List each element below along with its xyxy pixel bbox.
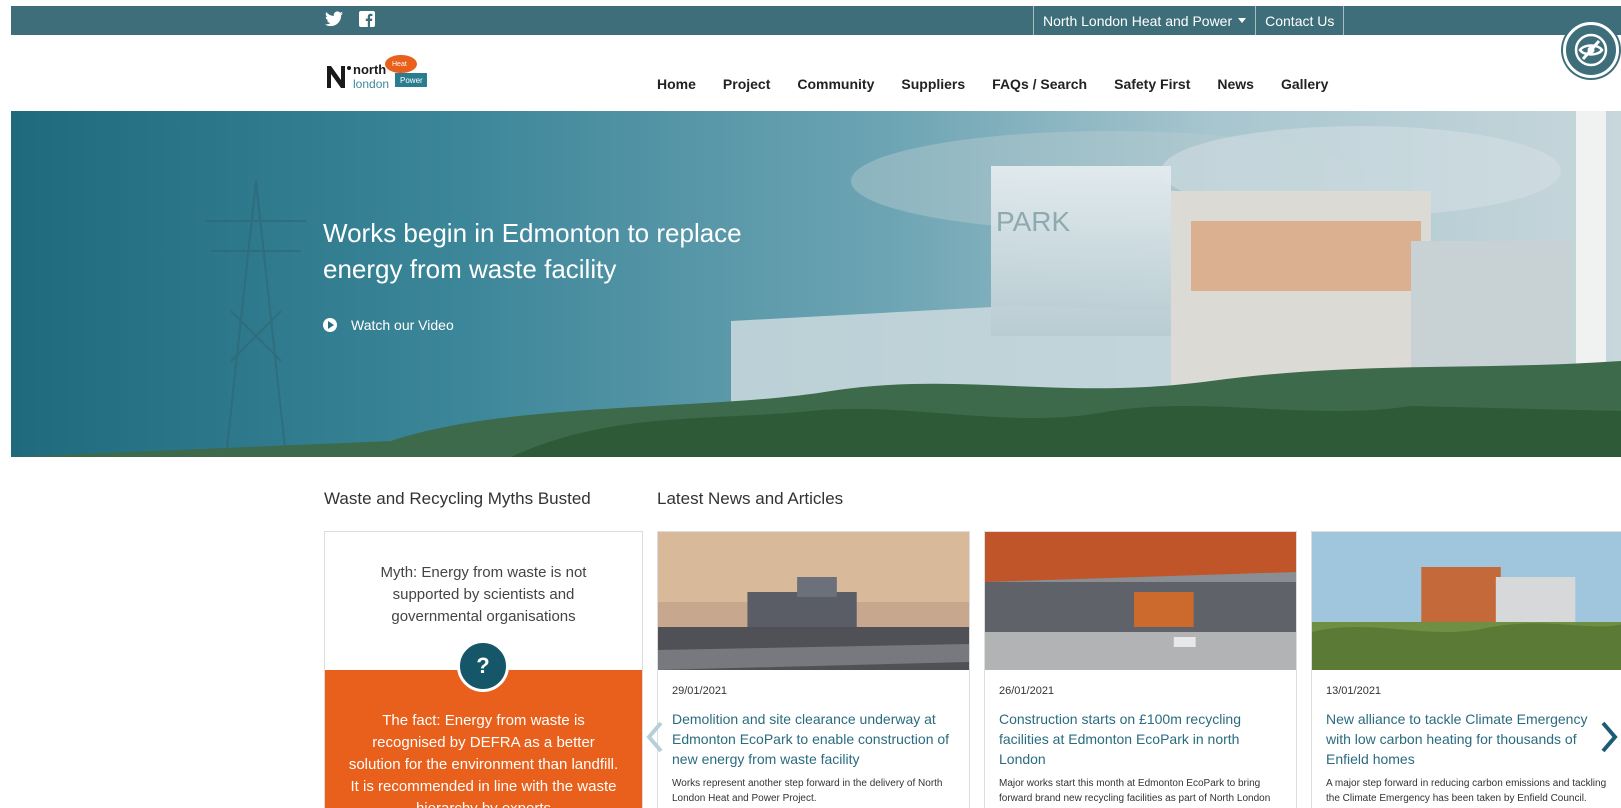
site-menu-dropdown[interactable]: North London Heat and Power xyxy=(1033,6,1255,35)
question-icon: ? xyxy=(457,640,509,692)
news-title[interactable]: Construction starts on £100m recycling f… xyxy=(999,709,1289,769)
news-card[interactable]: 26/01/2021 Construction starts on £100m … xyxy=(984,531,1297,808)
watch-video-label: Watch our Video xyxy=(351,317,454,333)
facebook-icon[interactable] xyxy=(359,11,377,29)
watch-video-link[interactable]: Watch our Video xyxy=(323,317,454,333)
news-image-demolition xyxy=(658,532,969,670)
logo-badge-heat: Heat xyxy=(392,61,407,68)
news-summary: A major step forward in reducing carbon … xyxy=(1326,778,1607,804)
left-margin xyxy=(0,0,11,808)
myths-heading: Waste and Recycling Myths Busted xyxy=(324,489,591,508)
top-links: North London Heat and Power Contact Us xyxy=(1033,6,1345,35)
nav-faqs-search[interactable]: FAQs / Search xyxy=(992,76,1087,92)
news-image-ecopark xyxy=(1312,532,1621,670)
accessibility-button[interactable] xyxy=(1563,22,1619,78)
social-links xyxy=(325,11,377,29)
main-nav: Home Project Community Suppliers FAQs / … xyxy=(657,76,1355,92)
page: North London Heat and Power Contact Us n… xyxy=(0,0,1621,808)
news-heading: Latest News and Articles xyxy=(657,489,844,508)
nav-news[interactable]: News xyxy=(1217,76,1254,92)
top-bar: North London Heat and Power Contact Us xyxy=(11,6,1621,35)
caret-down-icon xyxy=(1238,18,1247,23)
hero-banner: PARK Works begin in Edmonton to replace … xyxy=(11,111,1621,457)
hero-illustration: PARK xyxy=(11,111,1621,457)
nav-community[interactable]: Community xyxy=(797,76,874,92)
twitter-icon[interactable] xyxy=(325,11,343,29)
news-date: 26/01/2021 xyxy=(999,685,1055,697)
nav-gallery[interactable]: Gallery xyxy=(1281,76,1328,92)
news-date: 29/01/2021 xyxy=(672,685,728,697)
nav-suppliers[interactable]: Suppliers xyxy=(901,76,965,92)
contact-us-label: Contact Us xyxy=(1265,12,1335,29)
news-title[interactable]: New alliance to tackle Climate Emergency… xyxy=(1326,709,1616,769)
site-logo[interactable]: north london Heat Power xyxy=(325,54,430,94)
nav-safety-first[interactable]: Safety First xyxy=(1114,76,1190,92)
eye-slash-icon xyxy=(1574,33,1608,67)
news-card[interactable]: 13/01/2021 New alliance to tackle Climat… xyxy=(1311,531,1621,808)
news-title[interactable]: Demolition and site clearance underway a… xyxy=(672,709,962,769)
news-summary: Major works start this month at Edmonton… xyxy=(999,778,1271,804)
news-summary: Works represent another step forward in … xyxy=(672,778,943,804)
nav-home[interactable]: Home xyxy=(657,76,696,92)
chevron-right-icon[interactable] xyxy=(1599,720,1619,754)
play-icon xyxy=(323,318,337,332)
hero-building-sign: PARK xyxy=(996,206,1070,237)
contact-us-link[interactable]: Contact Us xyxy=(1255,6,1345,35)
hero-title: Works begin in Edmonton to replace energ… xyxy=(323,218,742,284)
logo-text-north: north xyxy=(353,62,386,77)
nav-project[interactable]: Project xyxy=(723,76,770,92)
site-menu-label: North London Heat and Power xyxy=(1043,12,1233,29)
logo-text-london: london xyxy=(353,77,389,91)
myth-card: Myth: Energy from waste is not supported… xyxy=(324,531,643,808)
logo-badge-power: Power xyxy=(400,76,423,85)
news-date: 13/01/2021 xyxy=(1326,685,1382,697)
myth-text: Myth: Energy from waste is not supported… xyxy=(380,564,587,625)
news-image-recycling xyxy=(985,532,1296,670)
chevron-left-icon[interactable] xyxy=(645,720,665,754)
news-card[interactable]: 29/01/2021 Demolition and site clearance… xyxy=(657,531,970,808)
